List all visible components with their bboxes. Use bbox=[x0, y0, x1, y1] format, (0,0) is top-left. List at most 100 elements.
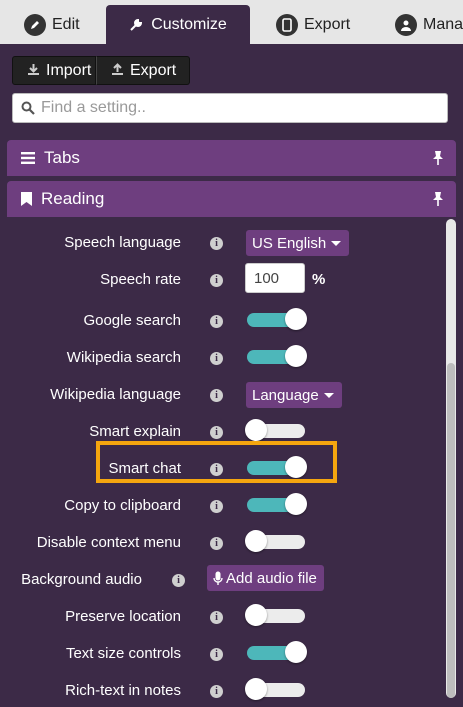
text-size-controls-toggle[interactable] bbox=[247, 641, 307, 663]
setting-speech-rate: Speech rate i 100 % bbox=[0, 263, 440, 296]
tab-manage[interactable]: Manag bbox=[395, 5, 463, 44]
setting-wikipedia-language: Wikipedia language i Language bbox=[0, 381, 440, 411]
phone-icon bbox=[276, 13, 298, 36]
panel-tabs-title: Tabs bbox=[44, 148, 80, 167]
search-box bbox=[12, 93, 448, 123]
microphone-icon bbox=[213, 571, 223, 586]
toggle-knob bbox=[285, 456, 307, 478]
setting-label: Wikipedia search bbox=[66, 349, 181, 366]
info-icon[interactable]: i bbox=[210, 500, 223, 513]
preserve-location-toggle[interactable] bbox=[245, 604, 305, 626]
toggle-knob bbox=[285, 308, 307, 330]
tab-edit-label: Edit bbox=[52, 15, 80, 33]
smart-explain-toggle[interactable] bbox=[245, 419, 305, 441]
wrench-icon bbox=[129, 18, 143, 32]
export-label: Export bbox=[130, 61, 177, 79]
caret-down-icon bbox=[331, 240, 342, 246]
export-button[interactable]: Export bbox=[96, 56, 190, 85]
top-tab-bar: Edit Customize Export Manag bbox=[0, 0, 463, 44]
tab-export[interactable]: Export bbox=[276, 5, 350, 44]
rich-text-in-notes-toggle[interactable] bbox=[245, 678, 305, 700]
toggle-knob bbox=[285, 493, 307, 515]
setting-rich-text-in-notes: Rich-text in notes i bbox=[0, 677, 440, 707]
pin-icon[interactable] bbox=[432, 191, 444, 212]
info-icon[interactable]: i bbox=[210, 463, 223, 476]
disable-context-menu-toggle[interactable] bbox=[245, 530, 305, 552]
panel-header-reading[interactable]: Reading bbox=[7, 181, 456, 217]
setting-text-size-controls: Text size controls i bbox=[0, 640, 440, 670]
import-button[interactable]: Import bbox=[12, 56, 96, 85]
search-icon bbox=[21, 101, 35, 115]
setting-label: Speech language bbox=[64, 234, 181, 251]
info-icon[interactable]: i bbox=[172, 574, 185, 587]
setting-label: Wikipedia language bbox=[50, 386, 181, 403]
bookmark-icon bbox=[21, 192, 32, 206]
panel-reading-title: Reading bbox=[41, 189, 105, 208]
scrollbar-thumb[interactable] bbox=[447, 363, 455, 698]
caret-down-icon bbox=[323, 392, 334, 398]
panel-header-tabs[interactable]: Tabs bbox=[7, 140, 456, 176]
tab-customize[interactable]: Customize bbox=[106, 5, 250, 44]
setting-label: Text size controls bbox=[65, 645, 181, 662]
tab-edit[interactable]: Edit bbox=[24, 5, 80, 44]
setting-smart-chat: Smart chat i bbox=[0, 455, 440, 485]
list-icon bbox=[21, 152, 35, 164]
pencil-icon bbox=[24, 13, 46, 36]
toggle-knob bbox=[245, 678, 267, 700]
toggle-knob bbox=[245, 419, 267, 441]
info-icon[interactable]: i bbox=[210, 611, 223, 624]
import-label: Import bbox=[46, 61, 92, 79]
setting-label: Smart explain bbox=[89, 423, 181, 440]
pin-icon[interactable] bbox=[432, 150, 444, 171]
search-input[interactable] bbox=[39, 98, 423, 118]
tab-customize-label: Customize bbox=[151, 15, 227, 33]
setting-label: Background audio bbox=[21, 571, 142, 588]
toggle-knob bbox=[245, 530, 267, 552]
user-icon bbox=[395, 13, 417, 36]
speech-language-dropdown[interactable]: US English bbox=[246, 230, 350, 256]
dropdown-value: US English bbox=[252, 234, 327, 252]
tab-manage-label: Manag bbox=[423, 15, 463, 33]
toggle-knob bbox=[285, 641, 307, 663]
info-icon[interactable]: i bbox=[210, 315, 223, 328]
wikipedia-language-dropdown[interactable]: Language bbox=[246, 382, 342, 408]
info-icon[interactable]: i bbox=[210, 426, 223, 439]
setting-label: Preserve location bbox=[65, 608, 181, 625]
setting-label: Speech rate bbox=[100, 271, 181, 288]
info-icon[interactable]: i bbox=[210, 389, 223, 402]
copy-to-clipboard-toggle[interactable] bbox=[247, 493, 307, 515]
setting-background-audio: Background audio i Add audio file bbox=[0, 565, 440, 596]
add-audio-file-label: Add audio file bbox=[226, 569, 317, 587]
wikipedia-search-toggle[interactable] bbox=[247, 345, 307, 367]
import-export-group: Import Export bbox=[12, 56, 190, 85]
setting-label: Smart chat bbox=[108, 460, 181, 477]
toggle-knob bbox=[245, 604, 267, 626]
dropdown-value: Language bbox=[252, 386, 319, 404]
setting-wikipedia-search: Wikipedia search i bbox=[0, 344, 440, 374]
info-icon[interactable]: i bbox=[210, 352, 223, 365]
setting-label: Rich-text in notes bbox=[65, 682, 181, 699]
google-search-toggle[interactable] bbox=[247, 308, 307, 330]
setting-smart-explain: Smart explain i bbox=[0, 418, 440, 448]
setting-label: Copy to clipboard bbox=[64, 497, 181, 514]
info-icon[interactable]: i bbox=[210, 685, 223, 698]
percent-unit: % bbox=[312, 271, 326, 288]
setting-google-search: Google search i bbox=[0, 307, 440, 337]
upload-icon bbox=[111, 62, 124, 79]
info-icon[interactable]: i bbox=[210, 274, 223, 287]
setting-label: Google search bbox=[83, 312, 181, 329]
info-icon[interactable]: i bbox=[210, 237, 223, 250]
toggle-knob bbox=[285, 345, 307, 367]
setting-disable-context-menu: Disable context menu i bbox=[0, 529, 440, 559]
setting-speech-language: Speech language i US English bbox=[0, 229, 440, 259]
setting-label: Disable context menu bbox=[36, 534, 181, 551]
smart-chat-toggle[interactable] bbox=[247, 456, 307, 478]
tab-export-label: Export bbox=[304, 15, 351, 33]
info-icon[interactable]: i bbox=[210, 648, 223, 661]
setting-copy-to-clipboard: Copy to clipboard i bbox=[0, 492, 440, 522]
download-icon bbox=[27, 63, 40, 79]
add-audio-file-button[interactable]: Add audio file bbox=[207, 565, 324, 591]
speech-rate-input[interactable]: 100 bbox=[245, 263, 305, 293]
setting-preserve-location: Preserve location i bbox=[0, 603, 440, 633]
info-icon[interactable]: i bbox=[210, 537, 223, 550]
